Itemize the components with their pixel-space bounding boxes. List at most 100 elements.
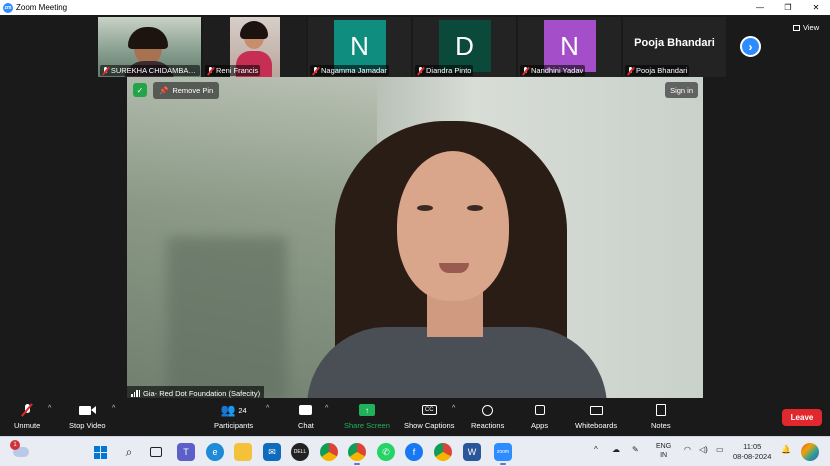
- mic-muted-icon: [417, 66, 424, 75]
- close-button[interactable]: ✕: [802, 0, 830, 15]
- sign-in-button[interactable]: Sign in: [665, 82, 698, 98]
- onedrive-cloud-icon[interactable]: ☁: [612, 445, 620, 454]
- unmute-button[interactable]: Unmute: [14, 402, 40, 430]
- tray-overflow-chevron-icon[interactable]: ^: [594, 445, 598, 454]
- remove-pin-label: Remove Pin: [172, 86, 214, 95]
- language-indicator[interactable]: ENG IN: [656, 442, 671, 460]
- participant-tile[interactable]: Reni Francis: [203, 17, 306, 77]
- notes-icon: [655, 402, 666, 418]
- closed-captions-icon: CC: [421, 402, 437, 418]
- participant-tile[interactable]: N Nandhini Yadav: [518, 17, 621, 77]
- participant-tile[interactable]: D Diandra Pinto: [413, 17, 516, 77]
- mail-icon[interactable]: ✉: [263, 443, 281, 461]
- video-camera-icon: [78, 402, 96, 418]
- title-bar: zm Zoom Meeting — ❐ ✕: [0, 0, 830, 15]
- encryption-shield-icon[interactable]: ✓: [133, 83, 147, 97]
- meeting-toolbar: Unmute ^ Stop Video ^ 👥 24 Participants …: [0, 398, 830, 436]
- participants-options-caret[interactable]: ^: [266, 405, 269, 412]
- participant-tile[interactable]: SUREKHA CHIDAMBAR...: [98, 17, 201, 77]
- facebook-icon[interactable]: f: [405, 443, 423, 461]
- chat-label: Chat: [298, 421, 314, 430]
- notifications-bell-icon[interactable]: 🔔: [781, 445, 791, 454]
- volume-icon[interactable]: ◁): [699, 445, 708, 454]
- whiteboard-icon: [589, 402, 603, 418]
- participant-name: SUREKHA CHIDAMBAR...: [110, 66, 198, 75]
- file-explorer-icon[interactable]: [234, 443, 252, 461]
- participant-name: Nagamma Jamadar: [321, 66, 387, 75]
- share-screen-button[interactable]: ↑ Share Screen: [344, 402, 390, 430]
- mic-muted-icon: [312, 66, 319, 75]
- share-screen-icon: ↑: [358, 402, 375, 418]
- task-view-icon[interactable]: [147, 443, 165, 461]
- chat-button[interactable]: Chat: [298, 402, 314, 430]
- reactions-button[interactable]: Reactions: [471, 402, 504, 430]
- zoom-taskbar-icon[interactable]: zoom: [494, 443, 512, 465]
- active-speaker-video[interactable]: ✓ 📌 Remove Pin Sign in Gia- Red Dot Foun…: [127, 77, 703, 400]
- chevron-right-icon: ›: [748, 39, 753, 54]
- remove-pin-button[interactable]: 📌 Remove Pin: [153, 82, 220, 99]
- minimize-button[interactable]: —: [746, 0, 774, 15]
- teams-icon[interactable]: T: [177, 443, 195, 461]
- audio-options-caret[interactable]: ^: [48, 405, 51, 412]
- participants-label: Participants: [214, 421, 254, 430]
- windows-taskbar: 1 ⌕ T e ✉ DELL ✆ f W zoom ^ ☁ ✎ ENG IN ◠…: [0, 436, 830, 466]
- whiteboards-button[interactable]: Whiteboards: [575, 402, 617, 430]
- captions-options-caret[interactable]: ^: [452, 405, 455, 412]
- view-label: View: [803, 23, 820, 32]
- copilot-icon[interactable]: [801, 443, 819, 461]
- language-code: ENG: [656, 443, 672, 450]
- dell-icon[interactable]: DELL: [291, 443, 309, 461]
- grid-view-icon: [793, 24, 800, 31]
- leave-button[interactable]: Leave: [782, 409, 822, 426]
- pen-icon[interactable]: ✎: [632, 445, 639, 454]
- notes-label: Notes: [651, 421, 671, 430]
- apps-button[interactable]: Apps: [531, 402, 548, 430]
- whatsapp-icon[interactable]: ✆: [377, 443, 395, 461]
- participant-label: Nagamma Jamadar: [310, 65, 389, 76]
- clock-time: 11:05: [743, 442, 762, 451]
- participants-button[interactable]: 👥 24 Participants: [214, 402, 253, 430]
- whiteboards-label: Whiteboards: [575, 421, 618, 430]
- stop-video-button[interactable]: Stop Video: [69, 402, 106, 430]
- search-icon[interactable]: ⌕: [120, 443, 138, 461]
- participant-tile[interactable]: Pooja Bhandari Pooja Bhandari: [623, 17, 726, 77]
- weather-widget-icon[interactable]: 1: [10, 440, 30, 461]
- participant-tile[interactable]: N Nagamma Jamadar: [308, 17, 411, 77]
- participant-name: Reni Francis: [216, 66, 259, 75]
- show-captions-button[interactable]: CC Show Captions: [404, 402, 454, 430]
- edge-browser-icon[interactable]: e: [206, 443, 224, 461]
- video-options-caret[interactable]: ^: [112, 405, 115, 412]
- clock-date: 08-08-2024: [733, 452, 772, 461]
- wifi-icon[interactable]: ◠: [684, 445, 691, 454]
- zoom-logo-icon: zm: [3, 2, 13, 13]
- restore-button[interactable]: ❐: [774, 0, 802, 15]
- participant-name: Diandra Pinto: [426, 66, 472, 75]
- notes-button[interactable]: Notes: [651, 402, 671, 430]
- view-button[interactable]: View: [793, 23, 819, 32]
- reactions-label: Reactions: [471, 421, 505, 430]
- unmute-label: Unmute: [14, 421, 41, 430]
- signal-strength-icon: [131, 389, 140, 397]
- word-icon[interactable]: W: [463, 443, 481, 461]
- battery-icon[interactable]: ▭: [716, 445, 724, 454]
- mic-muted-icon: [102, 66, 109, 75]
- stop-video-label: Stop Video: [69, 421, 106, 430]
- system-clock[interactable]: 11:05 08-08-2024: [733, 442, 771, 462]
- chat-options-caret[interactable]: ^: [325, 405, 328, 412]
- chrome-profile-icon[interactable]: [348, 443, 366, 465]
- chrome-icon[interactable]: [320, 443, 338, 461]
- meeting-stage: SUREKHA CHIDAMBAR... Reni Francis N Naga…: [0, 15, 830, 400]
- share-screen-label: Share Screen: [344, 421, 390, 430]
- participant-name: Pooja Bhandari: [636, 66, 688, 75]
- region-code: IN: [660, 452, 668, 459]
- mic-muted-icon: [522, 66, 529, 75]
- notification-badge: 1: [10, 440, 20, 450]
- window-title: Zoom Meeting: [16, 3, 68, 12]
- windows-start-icon[interactable]: [91, 443, 109, 461]
- microphone-muted-icon: [21, 402, 34, 418]
- gallery-next-button[interactable]: ›: [740, 36, 761, 57]
- chrome-alt-profile-icon[interactable]: [434, 443, 452, 461]
- participant-label: Pooja Bhandari: [625, 65, 690, 76]
- participant-label: Diandra Pinto: [415, 65, 474, 76]
- participants-count: 24: [238, 405, 247, 415]
